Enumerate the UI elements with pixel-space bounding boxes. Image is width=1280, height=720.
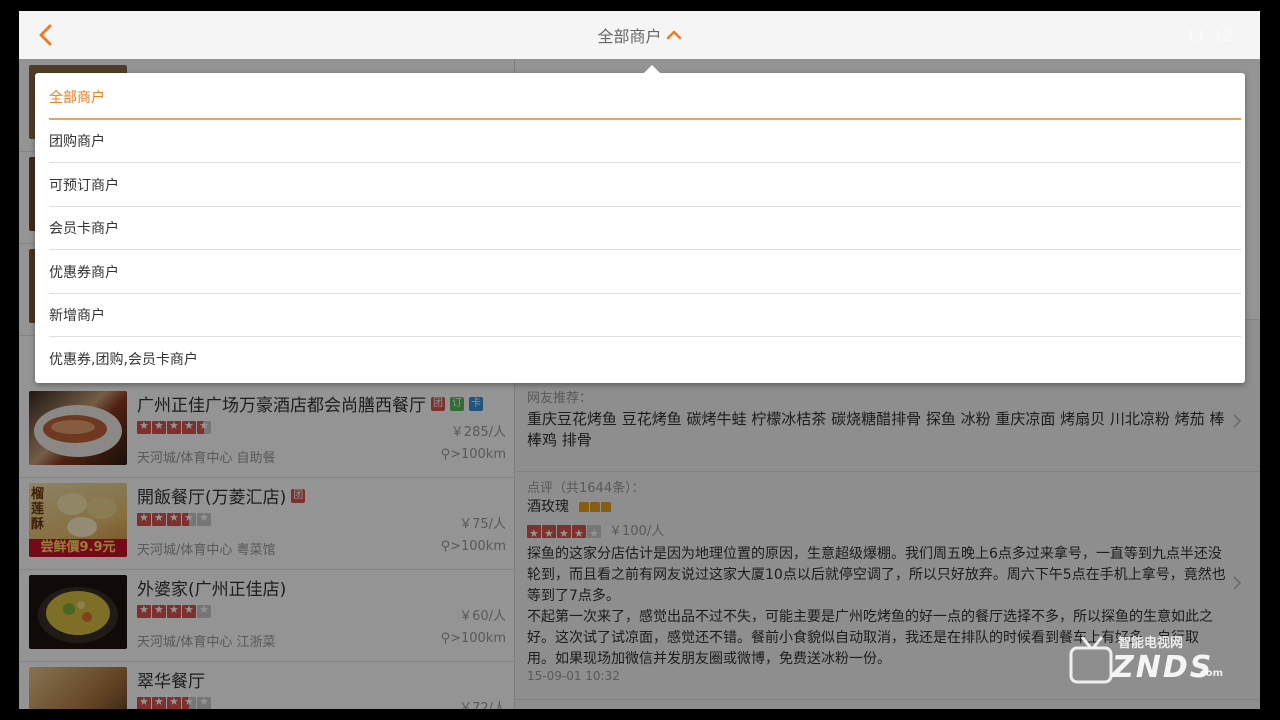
option-coupon[interactable]: 优惠券商户 xyxy=(49,250,1241,294)
chevron-up-icon xyxy=(666,30,681,40)
tv-logo-icon xyxy=(1069,636,1113,684)
option-member-card[interactable]: 会员卡商户 xyxy=(49,206,1241,250)
screen: 全部商户 11:12 广州正佳广场万豪酒店都会尚膳西餐厅 团 订 卡 ★ ★ ★… xyxy=(19,11,1260,709)
filter-title-toggle[interactable]: 全部商户 xyxy=(19,11,1260,59)
merchant-filter-dropdown: 全部商户 团购商户 可预订商户 会员卡商户 优惠券商户 新增商户 优惠券,团购,… xyxy=(35,65,1245,383)
option-reservable[interactable]: 可预订商户 xyxy=(49,163,1241,207)
watermark-suffix: .com xyxy=(1196,668,1224,679)
option-group-buy[interactable]: 团购商户 xyxy=(49,119,1241,163)
dropdown-pointer xyxy=(643,65,661,74)
znds-watermark: 智能电视网 ZNDS .com xyxy=(1068,628,1238,690)
top-bar: 全部商户 11:12 xyxy=(19,11,1260,60)
option-new[interactable]: 新增商户 xyxy=(49,293,1241,337)
watermark-cn: 智能电视网 xyxy=(1118,636,1184,651)
option-coupon-group-card[interactable]: 优惠券,团购,会员卡商户 xyxy=(49,337,1241,380)
option-all-merchants[interactable]: 全部商户 xyxy=(49,75,1241,120)
page-title: 全部商户 xyxy=(597,27,662,46)
clock-time: 11:12 xyxy=(1185,27,1234,45)
